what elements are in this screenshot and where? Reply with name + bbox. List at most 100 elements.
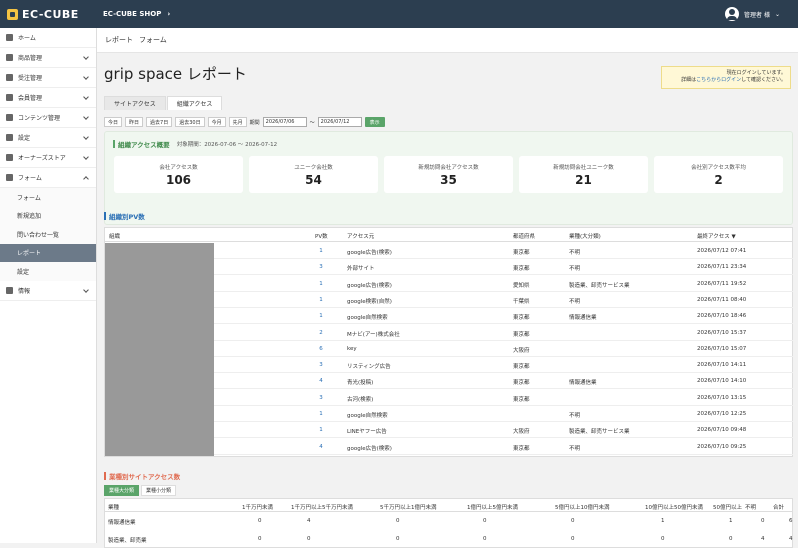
breadcrumb-sub: フォーム xyxy=(139,36,167,44)
table-row: 3 リスティング広告 東京都 2026/07/10 14:11 xyxy=(214,357,793,374)
to-date-input[interactable]: 2026/07/12 xyxy=(317,117,362,127)
value-cell: 4 xyxy=(307,518,311,524)
range-button-1[interactable]: 昨日 xyxy=(125,117,144,127)
sidebar-item-5[interactable]: 設定 xyxy=(0,128,96,148)
industry-cell: 情報通信業 xyxy=(569,380,597,387)
pv-link[interactable]: 6 xyxy=(315,346,327,352)
pv-link[interactable]: 1 xyxy=(315,297,327,303)
kpi-card: 会社別アクセス数平均 2 xyxy=(654,156,783,193)
from-date-input[interactable]: 2026/07/06 xyxy=(262,117,307,127)
kpi-label: 新規訪問会社アクセス数 xyxy=(418,165,479,171)
sidebar-item-1[interactable]: 商品管理 xyxy=(0,48,96,68)
value-cell: 6 xyxy=(789,518,793,524)
cube-logo-icon xyxy=(7,8,18,20)
kpi-label: 会社別アクセス数平均 xyxy=(691,165,746,171)
table-row: 3 外部サイト 東京都 不明 2026/07/11 23:34 xyxy=(214,259,793,276)
range-button-4[interactable]: 今月 xyxy=(207,117,226,127)
value-cell: 1 xyxy=(729,518,733,524)
source-cell: google広告(検索) xyxy=(347,250,392,256)
pv-link[interactable]: 2 xyxy=(315,330,327,336)
sidebar-item-label: ホーム xyxy=(18,35,36,42)
column-header: アクセス元 xyxy=(347,234,375,240)
sidebar-item-4[interactable]: コンテンツ管理 xyxy=(0,108,96,128)
pv-link[interactable]: 1 xyxy=(315,427,327,433)
table-header: 組織 PV数 アクセス元 都道府県 業種(大分類) 最終アクセス ▼ xyxy=(105,228,792,242)
subtab-0[interactable]: 業種大分類 xyxy=(104,485,140,496)
industry-cell: 不明 xyxy=(569,413,581,419)
column-header: 不明 xyxy=(745,505,757,511)
user-menu[interactable]: 管理者 様 ⌄ xyxy=(725,7,780,21)
industry-cell: 情報通信業 xyxy=(569,315,597,322)
sidebar-subitem-0[interactable]: フォーム xyxy=(0,188,96,207)
subtab-1[interactable]: 業種小分類 xyxy=(141,485,177,496)
sidebar-item-info[interactable]: 情報 xyxy=(0,281,96,301)
range-button-3[interactable]: 過去30日 xyxy=(175,117,205,127)
pv-link[interactable]: 1 xyxy=(315,248,327,254)
tab-1[interactable]: 組織アクセス xyxy=(166,96,223,110)
submit-button[interactable]: 表示 xyxy=(364,117,385,127)
last-access-cell: 2026/07/12 07:41 xyxy=(697,248,747,254)
top-bar: EC-CUBE EC-CUBE SHOP › 管理者 様 ⌄ xyxy=(0,0,798,28)
shop-name: EC-CUBE SHOP xyxy=(103,10,162,18)
value-cell: 0 xyxy=(483,518,487,524)
notice-line1: 現在ログインしています。 xyxy=(726,70,786,76)
source-cell: google広告(検索) xyxy=(347,282,392,289)
range-button-5[interactable]: 先月 xyxy=(228,117,247,127)
sidebar-subitem-3[interactable]: レポート xyxy=(0,243,96,262)
org-table-title: 組織別PV数 xyxy=(104,211,145,221)
sidebar-item-3[interactable]: 会員管理 xyxy=(0,88,96,108)
pv-link[interactable]: 3 xyxy=(315,395,327,401)
kpi-value: 35 xyxy=(440,173,457,187)
last-access-cell: 2026/07/10 14:10 xyxy=(697,378,747,385)
tab-0[interactable]: サイトアクセス xyxy=(104,96,166,110)
range-button-0[interactable]: 今日 xyxy=(104,117,123,127)
sidebar-item-label: コンテンツ管理 xyxy=(18,115,61,122)
value-cell: 0 xyxy=(258,536,262,542)
pv-link[interactable]: 3 xyxy=(315,264,327,270)
sidebar-item-7[interactable]: フォーム xyxy=(0,168,96,188)
chevron-down-icon xyxy=(83,94,89,100)
pv-link[interactable]: 4 xyxy=(315,378,327,384)
org-table-title-text: 組織別PV数 xyxy=(109,213,145,221)
last-access-cell: 2026/07/10 09:25 xyxy=(697,443,747,450)
value-cell: 0 xyxy=(258,518,262,524)
chevron-down-icon: ⌄ xyxy=(774,10,780,18)
summary-panel: 組織アクセス概要 対象期間：2026-07-06 〜 2026-07-12 会社… xyxy=(104,131,793,225)
from-label: 期間 xyxy=(249,119,260,126)
pref-cell: 千葉県 xyxy=(513,298,530,305)
sidebar-item-6[interactable]: オーナーズストア xyxy=(0,148,96,168)
chevron-down-icon xyxy=(83,134,89,140)
range-button-2[interactable]: 過去7日 xyxy=(146,117,173,127)
kpi-value: 106 xyxy=(165,173,192,187)
pv-link[interactable]: 1 xyxy=(315,313,327,319)
sidebar-item-0[interactable]: ホーム xyxy=(0,28,96,48)
table-row: 6 key 大阪府 2026/07/10 15:07 xyxy=(214,341,793,357)
section-bar-icon xyxy=(113,140,115,148)
sidebar-item-2[interactable]: 受注管理 xyxy=(0,68,96,88)
kpi-label: 会社アクセス数 xyxy=(159,165,198,171)
pv-link[interactable]: 3 xyxy=(315,362,327,368)
kpi-card: ユニーク会社数 54 xyxy=(249,156,378,193)
logo[interactable]: EC-CUBE xyxy=(0,0,97,28)
shop-name-link[interactable]: EC-CUBE SHOP › xyxy=(103,10,170,18)
column-header: 業種 xyxy=(108,505,120,511)
column-header: 業種(大分類) xyxy=(569,234,601,240)
pref-cell: 大阪府 xyxy=(513,429,530,436)
pref-cell: 東京都 xyxy=(513,445,530,452)
sidebar-subitem-4[interactable]: 設定 xyxy=(0,262,96,281)
pv-link[interactable]: 4 xyxy=(315,444,327,450)
column-header[interactable]: 最終アクセス ▼ xyxy=(697,232,736,240)
sidebar-subitem-2[interactable]: 問い合わせ一覧 xyxy=(0,225,96,244)
users-icon xyxy=(6,94,13,101)
chevron-down-icon xyxy=(83,114,89,120)
pv-link[interactable]: 1 xyxy=(315,281,327,287)
pv-link[interactable]: 1 xyxy=(315,411,327,417)
breadcrumb-section[interactable]: レポート xyxy=(105,35,133,45)
sidebar-subitem-1[interactable]: 新規追加 xyxy=(0,206,96,225)
notice-login-link[interactable]: こちらからログイン xyxy=(696,77,741,83)
column-header: 50億円以上 xyxy=(713,505,742,511)
industry-cell: 不明 xyxy=(569,298,581,305)
column-header: 1千万円以上5千万円未満 xyxy=(291,505,353,511)
scale-section-title-text: 業種別サイトアクセス数 xyxy=(109,473,181,481)
value-cell: 0 xyxy=(761,518,765,524)
